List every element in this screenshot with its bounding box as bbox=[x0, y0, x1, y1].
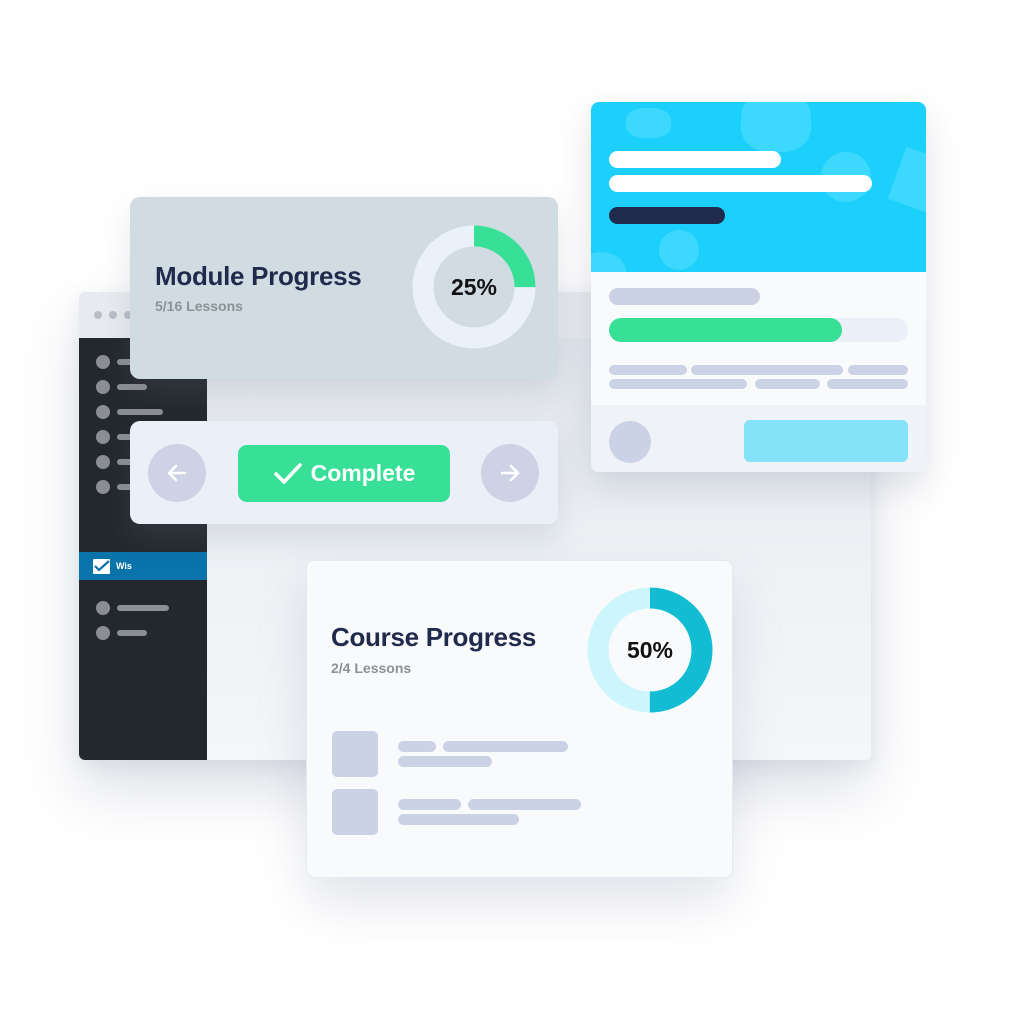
lesson-thumbnail bbox=[332, 731, 378, 777]
window-dot-icon[interactable] bbox=[94, 311, 102, 319]
module-lessons-count: 5/16 Lessons bbox=[155, 298, 243, 314]
lesson-text-placeholder bbox=[468, 799, 581, 810]
hero-decoration bbox=[741, 102, 811, 152]
checkbox-icon bbox=[93, 558, 110, 574]
lesson-text-placeholder bbox=[398, 799, 461, 810]
sidebar-item[interactable] bbox=[96, 625, 147, 641]
arrow-left-icon bbox=[167, 464, 187, 482]
menu-label-placeholder bbox=[117, 384, 147, 390]
arrow-right-icon bbox=[500, 464, 520, 482]
menu-label-placeholder bbox=[117, 605, 169, 611]
course-progress-card: Course Progress 2/4 Lessons 50% bbox=[306, 560, 733, 878]
course-card[interactable] bbox=[591, 102, 926, 472]
hero-decoration bbox=[659, 230, 699, 270]
previous-lesson-button[interactable] bbox=[148, 444, 206, 502]
text-placeholder bbox=[609, 379, 747, 389]
menu-bullet-icon bbox=[96, 626, 110, 640]
lesson-text-placeholder bbox=[398, 814, 519, 825]
complete-button[interactable]: Complete bbox=[238, 445, 450, 502]
course-progress-title: Course Progress bbox=[331, 622, 537, 652]
course-subtitle-placeholder bbox=[609, 288, 760, 305]
menu-label-placeholder bbox=[117, 409, 163, 415]
sidebar-item[interactable] bbox=[96, 404, 163, 420]
lesson-thumbnail bbox=[332, 789, 378, 835]
window-controls bbox=[94, 311, 132, 319]
admin-sidebar: Wis bbox=[79, 338, 207, 760]
sidebar-item[interactable] bbox=[96, 379, 147, 395]
module-progress-percent: 25% bbox=[450, 273, 498, 300]
next-lesson-button[interactable] bbox=[481, 444, 539, 502]
hero-decoration bbox=[591, 252, 626, 272]
hero-decoration bbox=[887, 146, 926, 213]
menu-bullet-icon bbox=[96, 430, 110, 444]
lesson-text-placeholder bbox=[398, 756, 492, 767]
module-progress-donut: 25% bbox=[412, 225, 536, 349]
menu-bullet-icon bbox=[96, 380, 110, 394]
text-placeholder bbox=[848, 365, 908, 375]
module-progress-title: Module Progress bbox=[155, 261, 362, 291]
complete-button-label: Complete bbox=[310, 460, 416, 486]
course-card-footer bbox=[591, 405, 926, 472]
menu-label-placeholder bbox=[117, 630, 147, 636]
sidebar-item[interactable] bbox=[96, 600, 169, 616]
sidebar-item-label: Wis bbox=[116, 561, 132, 571]
hero-decoration bbox=[626, 108, 671, 138]
window-dot-icon[interactable] bbox=[109, 311, 117, 319]
text-placeholder bbox=[609, 365, 687, 375]
course-cta-button[interactable] bbox=[744, 420, 908, 462]
course-progress-track bbox=[609, 318, 908, 342]
course-progress-fill bbox=[609, 318, 843, 342]
instructor-avatar bbox=[609, 421, 651, 463]
course-progress-percent: 50% bbox=[626, 636, 674, 663]
course-hero-image bbox=[591, 102, 926, 272]
menu-bullet-icon bbox=[96, 601, 110, 615]
sidebar-item-active[interactable]: Wis bbox=[79, 552, 207, 580]
text-placeholder bbox=[755, 379, 820, 389]
checkmark-icon bbox=[273, 462, 302, 484]
text-placeholder bbox=[691, 365, 843, 375]
lesson-navigation-bar: Complete bbox=[130, 421, 558, 524]
menu-bullet-icon bbox=[96, 455, 110, 469]
menu-bullet-icon bbox=[96, 480, 110, 494]
lesson-text-placeholder bbox=[398, 741, 436, 752]
lesson-text-placeholder bbox=[443, 741, 568, 752]
text-placeholder bbox=[827, 379, 908, 389]
module-progress-card: Module Progress 5/16 Lessons 25% bbox=[130, 197, 558, 379]
menu-bullet-icon bbox=[96, 355, 110, 369]
course-title-placeholder bbox=[609, 175, 872, 192]
course-title-placeholder bbox=[609, 151, 781, 168]
course-meta-placeholder bbox=[609, 207, 725, 224]
course-progress-donut: 50% bbox=[587, 587, 713, 713]
course-lessons-count: 2/4 Lessons bbox=[331, 660, 412, 676]
menu-bullet-icon bbox=[96, 405, 110, 419]
